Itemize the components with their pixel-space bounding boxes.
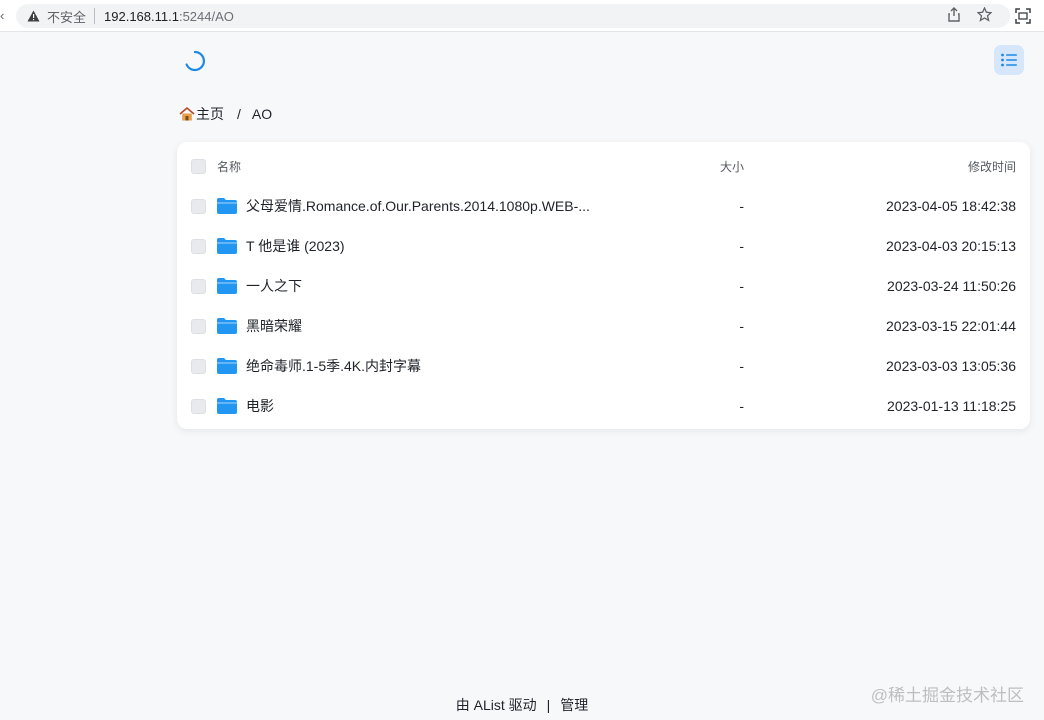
select-all-checkbox[interactable] [191,158,206,174]
file-name[interactable]: 绝命毒师.1-5季.4K.内封字幕 [246,356,421,376]
file-size: - [739,318,744,334]
header-modified[interactable]: 修改时间 [968,158,1016,175]
folder-icon [217,358,237,374]
folder-icon [217,398,237,414]
table-row[interactable]: T 他是谁 (2023) - 2023-04-03 20:15:13 [177,226,1030,266]
url-field[interactable]: 不安全 192.168.11.1:5244/AO [16,4,1010,28]
share-icon[interactable] [946,6,962,22]
address-bar-actions [946,6,992,22]
row-checkbox[interactable] [191,398,206,414]
file-modified: 2023-04-05 18:42:38 [886,198,1016,214]
screenshot-icon[interactable] [1014,7,1032,25]
breadcrumb-home[interactable]: 主页 [196,104,224,124]
folder-icon [217,238,237,254]
table-row[interactable]: 黑暗荣耀 - 2023-03-15 22:01:44 [177,306,1030,346]
row-checkbox[interactable] [191,238,206,254]
browser-address-bar: ‹ 不安全 192.168.11.1:5244/AO [0,0,1044,32]
file-name[interactable]: 父母爱情.Romance.of.Our.Parents.2014.1080p.W… [246,196,590,216]
table-row[interactable]: 电影 - 2023-01-13 11:18:25 [177,386,1030,426]
folder-icon [217,278,237,294]
file-size: - [739,198,744,214]
file-modified: 2023-04-03 20:15:13 [886,238,1016,254]
row-checkbox[interactable] [191,318,206,334]
table-row[interactable]: 父母爱情.Romance.of.Our.Parents.2014.1080p.W… [177,186,1030,226]
file-modified: 2023-03-15 22:01:44 [886,318,1016,334]
url-path: :5244/AO [178,8,234,24]
watermark: @稀土掘金技术社区 [870,686,1024,705]
table-row[interactable]: 一人之下 - 2023-03-24 11:50:26 [177,266,1030,306]
back-button-edge[interactable]: ‹ [0,8,4,23]
footer-separator: | [546,697,551,713]
spinner-icon [184,50,206,72]
file-size: - [739,358,744,374]
powered-by-link[interactable]: 由 AList 驱动 [456,695,537,715]
list-view-button[interactable] [994,45,1024,75]
row-checkbox[interactable] [191,358,206,374]
file-size: - [739,398,744,414]
row-checkbox[interactable] [191,278,206,294]
file-list: 名称 大小 修改时间 父母爱情.Romance.of.Our.Parents.2… [177,142,1030,429]
file-modified: 2023-01-13 11:18:25 [887,398,1016,414]
file-name[interactable]: 一人之下 [246,276,302,296]
house-icon[interactable] [179,106,195,122]
header-name[interactable]: 名称 [217,158,241,175]
file-modified: 2023-03-03 13:05:36 [886,358,1016,374]
table-row[interactable]: 绝命毒师.1-5季.4K.内封字幕 - 2023-03-03 13:05:36 [177,346,1030,386]
breadcrumb-current[interactable]: AO [252,106,272,122]
manage-link[interactable]: 管理 [560,695,588,715]
row-checkbox[interactable] [191,198,206,214]
list-view-icon [1001,53,1017,67]
url-host: 192.168.11.1 [104,8,179,24]
file-size: - [739,238,744,254]
header-size[interactable]: 大小 [720,158,744,175]
warning-triangle-icon[interactable] [26,9,40,23]
breadcrumb: 主页 / AO [179,104,272,124]
file-name[interactable]: 电影 [246,396,274,416]
file-modified: 2023-03-24 11:50:26 [887,278,1016,294]
file-name[interactable]: 黑暗荣耀 [246,316,302,336]
breadcrumb-separator: / [237,106,241,122]
folder-icon [217,318,237,334]
url-divider [94,8,96,24]
file-name[interactable]: T 他是谁 (2023) [246,236,345,256]
folder-icon [217,198,237,214]
table-header: 名称 大小 修改时间 [177,146,1030,186]
file-size: - [739,278,744,294]
security-label[interactable]: 不安全 [47,7,86,26]
star-icon[interactable] [976,6,992,22]
